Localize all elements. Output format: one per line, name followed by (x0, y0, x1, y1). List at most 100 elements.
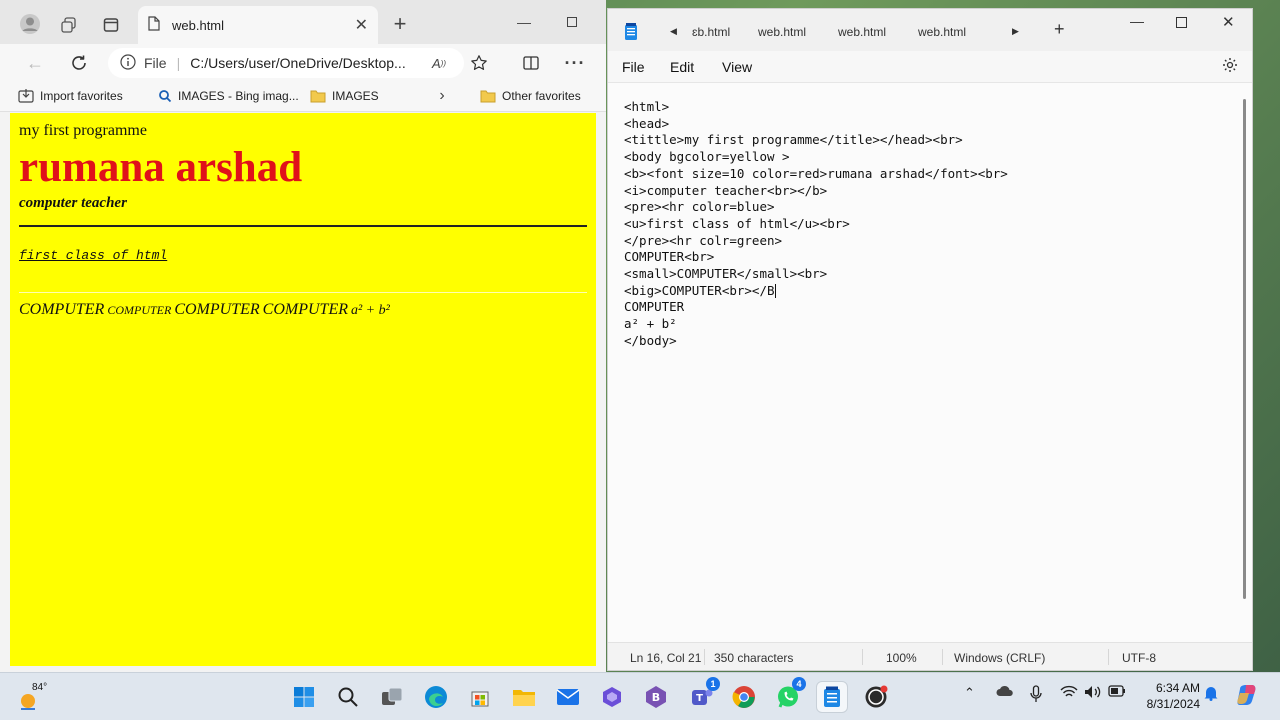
code-line: <html> (624, 99, 670, 114)
page-heading-name: rumana arshad (19, 144, 303, 191)
new-tab-icon[interactable]: + (388, 11, 412, 36)
code-line: <body bgcolor=yellow > (624, 149, 790, 165)
search-icon[interactable] (332, 681, 364, 713)
chrome-icon[interactable] (728, 681, 760, 713)
obs-recorder-icon[interactable] (860, 681, 892, 713)
task-view-icon[interactable] (376, 681, 408, 713)
whatsapp-icon[interactable]: 4 (772, 677, 806, 713)
teams-icon[interactable]: T 1 (686, 677, 720, 713)
page-role-text: computer teacher (19, 195, 127, 211)
svg-text:B: B (652, 691, 660, 704)
code-line: COMPUTER<br> (624, 249, 715, 265)
favorite-images-folder[interactable]: IMAGES (310, 86, 379, 106)
status-divider (1108, 649, 1109, 665)
import-icon (18, 88, 34, 104)
teams-notification-badge: 1 (706, 677, 720, 691)
back-icon[interactable]: ← (22, 50, 48, 76)
settings-gear-icon[interactable] (1222, 57, 1238, 76)
horizontal-rule (19, 225, 587, 227)
scroll-tabs-left-icon[interactable]: ◀ (670, 26, 677, 37)
formula-text: a² + b² (350, 303, 390, 318)
folder-icon (480, 89, 496, 103)
notification-bell-icon[interactable] (1204, 685, 1218, 701)
close-icon[interactable]: ✕ (1222, 13, 1235, 31)
close-tab-icon[interactable]: ✕ (355, 15, 368, 35)
tab-web-html[interactable]: web.html ✕ (138, 6, 378, 44)
minimize-icon[interactable]: — (1130, 13, 1144, 29)
minimize-icon[interactable]: — (512, 10, 536, 34)
weather-temperature: 84° (32, 682, 48, 693)
scroll-tabs-right-icon[interactable]: ▶ (1012, 26, 1019, 37)
microphone-icon[interactable] (1030, 685, 1042, 703)
profile-icon[interactable] (16, 10, 44, 38)
notepad-taskbar-icon[interactable] (816, 681, 848, 713)
status-divider (704, 649, 705, 665)
show-hidden-icons-chevron-up-icon[interactable]: ⌃ (964, 685, 975, 701)
favorite-star-icon[interactable] (468, 52, 490, 74)
notepad-tab[interactable]: web.html (918, 25, 966, 39)
read-aloud-icon[interactable]: A)) (428, 52, 450, 74)
bootstrap-app-icon[interactable]: B (640, 681, 672, 713)
computer-words-line: COMPUTER COMPUTER COMPUTER COMPUTER a² +… (19, 301, 390, 319)
chevron-right-icon[interactable]: › (434, 86, 450, 106)
volume-icon[interactable] (1084, 685, 1102, 699)
refresh-icon[interactable] (66, 50, 92, 76)
code-line: <small>COMPUTER</small><br> (624, 266, 828, 282)
menu-view[interactable]: View (722, 59, 752, 75)
onedrive-cloud-icon[interactable] (996, 685, 1014, 697)
file-explorer-icon[interactable] (508, 681, 540, 713)
horizontal-rule (19, 292, 587, 293)
weather-widget[interactable]: 84° (16, 681, 56, 715)
code-line: <u>first class of html</u><br> (624, 215, 850, 231)
workspaces-icon[interactable] (56, 12, 82, 38)
search-icon (158, 89, 172, 103)
code-line: <head> (624, 115, 670, 131)
notepad-tab-strip: ◀ ɛb.html web.html web.html web.html ▶ +… (608, 9, 1252, 51)
info-icon[interactable] (120, 53, 136, 73)
notepad-window: ◀ ɛb.html web.html web.html web.html ▶ +… (607, 8, 1253, 671)
start-icon[interactable] (288, 681, 320, 713)
mail-icon[interactable] (552, 681, 584, 713)
status-divider (862, 649, 863, 665)
copilot-icon[interactable] (1236, 683, 1260, 707)
notepad-tab[interactable]: web.html (838, 25, 886, 39)
code-line: <pre><hr color=blue> (624, 199, 775, 215)
favorite-import[interactable]: Import favorites (18, 86, 123, 106)
favorite-label: Other favorites (502, 89, 581, 103)
vertical-scrollbar[interactable] (1243, 99, 1246, 599)
favorite-label: Import favorites (40, 89, 123, 103)
wifi-icon[interactable] (1060, 685, 1078, 699)
favorite-bing-images[interactable]: IMAGES - Bing imag... (158, 86, 299, 106)
menu-edit[interactable]: Edit (670, 59, 694, 75)
status-character-count: 350 characters (714, 651, 794, 665)
microsoft-store-icon[interactable] (464, 681, 496, 713)
clipchamp-icon[interactable] (596, 681, 628, 713)
computer-word-small: COMPUTER (107, 303, 172, 317)
tab-actions-icon[interactable] (98, 12, 124, 38)
edge-browser-icon[interactable] (420, 681, 452, 713)
favorite-label: IMAGES (332, 89, 379, 103)
code-line: <b><font size=10 color=red>rumana arshad… (624, 165, 1008, 181)
maximize-icon[interactable] (560, 10, 584, 34)
notepad-tab[interactable]: web.html (758, 25, 806, 39)
split-screen-icon[interactable] (520, 52, 542, 74)
status-line-ending: Windows (CRLF) (954, 651, 1046, 665)
status-encoding: UTF-8 (1122, 651, 1156, 665)
favorites-bar: Import favorites IMAGES - Bing imag... I… (0, 80, 606, 112)
status-zoom[interactable]: 100% (886, 651, 917, 665)
editor-text-area[interactable]: <html> <head> <tittle>my first programme</… (624, 99, 1234, 350)
battery-icon[interactable] (1108, 685, 1126, 697)
maximize-icon[interactable] (1176, 17, 1187, 31)
new-tab-icon[interactable]: + (1054, 19, 1065, 40)
code-line: COMPUTER (624, 299, 685, 315)
text-caret (774, 284, 776, 299)
address-field[interactable]: File | C:/Users/user/OneDrive/Desktop... (108, 48, 464, 78)
menu-file[interactable]: File (622, 59, 645, 75)
address-separator: | (176, 55, 181, 71)
page-class-line: first class of html (19, 248, 168, 263)
favorite-other[interactable]: Other favorites (480, 86, 581, 106)
notepad-app-icon (624, 23, 638, 44)
more-icon[interactable]: ··· (564, 52, 586, 74)
system-clock[interactable]: 6:34 AM 8/31/2024 (1136, 680, 1200, 712)
notepad-tab[interactable]: ɛb.html (692, 25, 730, 39)
